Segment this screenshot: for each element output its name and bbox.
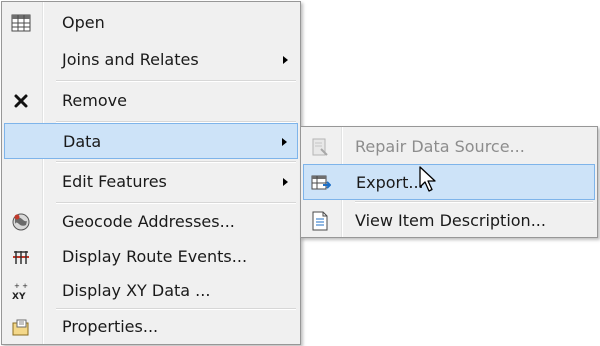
submenu-arrow-icon [283, 56, 288, 64]
menu-item-export[interactable]: Export... [303, 164, 595, 200]
menu-item-display-route-events[interactable]: Display Route Events... [4, 239, 298, 275]
menu-separator [56, 161, 296, 163]
menu-item-label: Display Route Events... [62, 247, 248, 266]
menu-item-label: Repair Data Source... [355, 137, 525, 156]
attribute-table-icon [10, 12, 32, 34]
submenu-arrow-icon [282, 138, 287, 146]
data-submenu: Repair Data Source... Export... View Ite… [300, 126, 598, 238]
menu-item-label: Remove [62, 91, 127, 110]
menu-item-label: Joins and Relates [62, 50, 199, 69]
layer-context-menu: Open Joins and Relates Remove Data Edit … [1, 1, 301, 345]
menu-item-label: View Item Description... [355, 211, 546, 230]
menu-item-joins-and-relates[interactable]: Joins and Relates [4, 42, 298, 78]
menu-item-label: Data [63, 132, 102, 151]
geocode-icon [10, 211, 32, 233]
menu-item-label: Open [62, 13, 105, 32]
menu-item-label: Edit Features [62, 172, 167, 191]
menu-item-display-xy-data[interactable]: + + XY Display XY Data ... [4, 273, 298, 309]
mouse-pointer-icon [419, 166, 436, 192]
svg-text:XY: XY [12, 292, 26, 301]
menu-item-edit-features[interactable]: Edit Features [4, 164, 298, 200]
menu-item-properties[interactable]: Properties... [4, 309, 298, 345]
menu-item-remove[interactable]: Remove [4, 83, 298, 119]
menu-item-data[interactable]: Data [4, 123, 298, 159]
item-description-icon [309, 210, 331, 232]
remove-x-icon [10, 90, 32, 112]
submenu-arrow-icon [283, 178, 288, 186]
repair-data-source-icon [309, 136, 331, 158]
export-icon [310, 172, 332, 194]
properties-icon [10, 316, 32, 338]
menu-item-geocode-addresses[interactable]: Geocode Addresses... [4, 204, 298, 240]
menu-item-repair-data-source: Repair Data Source... [303, 129, 595, 165]
menu-item-label: Geocode Addresses... [62, 212, 235, 231]
route-events-icon [10, 246, 32, 268]
menu-item-label: Display XY Data ... [62, 281, 211, 300]
menu-separator [56, 80, 296, 82]
menu-item-label: Export... [356, 173, 424, 192]
menu-item-label: Properties... [62, 317, 159, 336]
xy-data-icon: + + XY [10, 280, 32, 302]
menu-item-open[interactable]: Open [4, 5, 298, 41]
svg-text:+ +: + + [14, 282, 28, 290]
menu-item-view-item-description[interactable]: View Item Description... [303, 203, 595, 239]
